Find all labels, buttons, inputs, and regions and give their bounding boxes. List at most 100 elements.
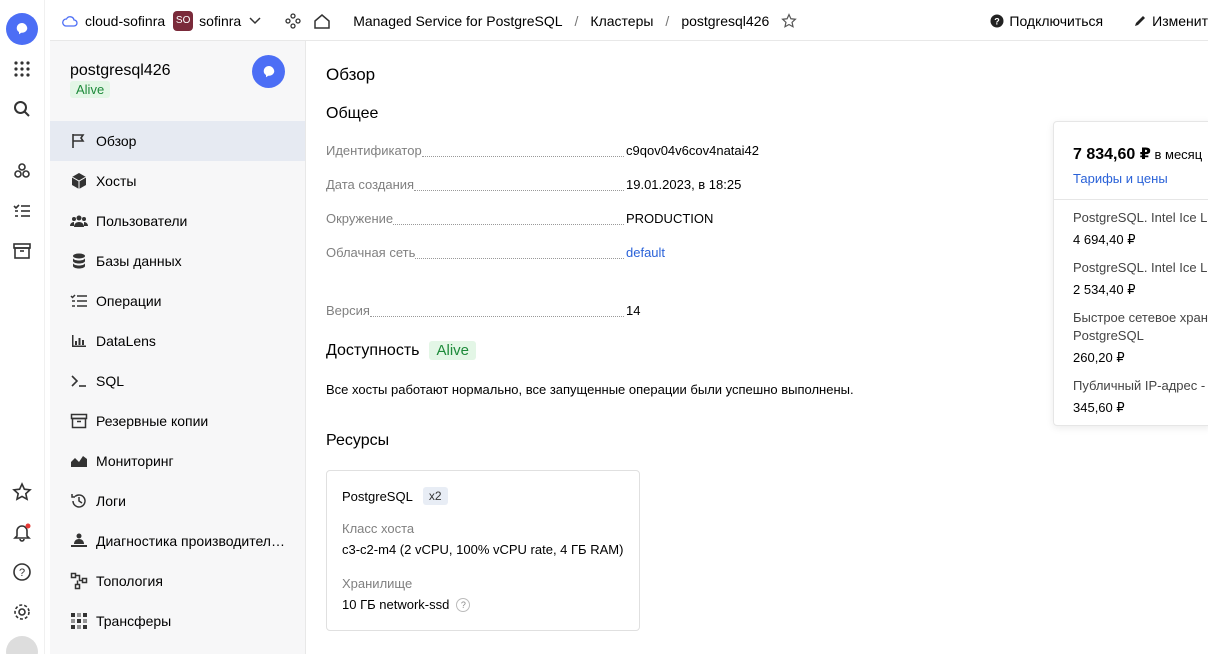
cluster-id-value: c9qov04v6cov4natai42 [626,143,759,158]
favorite-star-icon[interactable] [781,12,798,29]
field-label: Окружение [326,211,394,226]
sidebar-item-sql[interactable]: SQL [50,361,305,401]
sidebar-item-operations[interactable]: Операции [50,281,305,321]
price-item-label: Быстрое сетевое хран [1073,310,1208,325]
connect-button[interactable]: ? Подключиться [990,13,1103,29]
operations-list-icon[interactable] [8,197,36,225]
folder-tag: SO [173,10,194,31]
pencil-icon [1135,15,1146,26]
sidebar-item-monitoring[interactable]: Мониторинг [50,441,305,481]
cube-icon [71,173,87,189]
cloud-icon [62,15,78,27]
storage-value: 10 ГБ network-ssd [342,597,450,612]
cluster-status-badge: Alive [70,81,111,98]
sidebar-item-users[interactable]: Пользователи [50,201,305,241]
diagnostics-icon [71,533,87,547]
flag-icon [72,134,85,148]
price-period: в месяц [1154,147,1203,162]
price-item-amount: 4 694,40 ₽ [1073,232,1136,247]
help-icon[interactable]: ? [8,558,36,586]
edit-button[interactable]: Изменит [1133,13,1208,29]
sidebar-item-label: DataLens [96,333,156,349]
cluster-sidebar: postgresql426 Alive Обзор Хосты Пользова… [50,41,306,654]
search-icon[interactable] [8,95,36,123]
sidebar-item-hosts[interactable]: Хосты [50,161,305,201]
price-item-amount: 2 534,40 ₽ [1073,282,1136,297]
chart-icon [72,335,86,347]
field-network: Облачная сеть default [326,245,926,263]
cloud-selector[interactable]: cloud-sofinra [62,13,165,29]
sidebar-item-backups[interactable]: Резервные копии [50,401,305,441]
folder-name: sofinra [199,12,242,29]
field-environment: Окружение PRODUCTION [326,211,926,229]
host-class-value: c3-c2-m4 (2 vCPU, 100% vCPU rate, 4 ГБ R… [342,542,624,557]
field-label: Версия [326,303,370,318]
sidebar-item-databases[interactable]: Базы данных [50,241,305,281]
availability-status-badge: Alive [429,341,476,360]
svg-text:?: ? [19,567,25,579]
archive-icon [70,413,88,429]
sidebar-item-diagnostics[interactable]: Диагностика производитель... [50,521,305,561]
home-icon[interactable] [313,12,331,30]
sidebar-nav: Обзор Хосты Пользователи Базы данных Опе… [50,121,305,641]
sidebar-item-topology[interactable]: Топология [50,561,305,601]
general-section-title: Общее [326,105,379,122]
star-icon[interactable] [8,478,36,506]
breadcrumb-service[interactable]: Managed Service for PostgreSQL [353,13,562,29]
sidebar-item-label: Хосты [96,173,137,189]
bell-icon[interactable] [8,518,36,546]
connect-label: Подключиться [1009,12,1104,29]
price-total-amount: 7 834,60 ₽ [1073,146,1151,163]
sidebar-item-label: Обзор [96,133,137,149]
terminal-icon [71,375,86,387]
tariffs-link[interactable]: Тарифы и цены [1073,171,1168,186]
settings-gear-icon[interactable] [8,598,36,626]
sidebar-item-transfers[interactable]: Трансферы [50,601,305,641]
breadcrumb-separator: / [574,12,579,29]
environment-value: PRODUCTION [626,211,714,226]
price-item-amount: 260,20 ₽ [1073,350,1125,365]
price-item-label-2: PostgreSQL [1073,328,1144,343]
network-link[interactable]: default [626,245,665,263]
monitoring-icon [71,456,87,467]
field-label: Дата создания [326,177,415,192]
header-actions: ? Подключиться Изменит [960,0,1208,41]
folder-selector[interactable]: SO sofinra [165,10,261,31]
field-version: Версия 14 [326,303,926,321]
cloud-logo-icon[interactable] [6,13,38,45]
breadcrumb-clusters[interactable]: Кластеры [590,13,653,29]
storage-help-icon[interactable]: ? [456,597,471,612]
services-icon[interactable] [8,157,36,185]
service-graph-icon[interactable] [285,12,301,29]
resource-name: PostgreSQL [342,488,413,504]
host-class-label: Класс хоста [342,521,415,536]
apps-grid-icon[interactable] [8,55,36,83]
availability-section: Доступность Alive [326,341,476,360]
edit-label: Изменит [1152,12,1208,29]
users-icon [70,215,88,227]
storage-label: Хранилище [342,576,413,591]
field-created: Дата создания 19.01.2023, в 18:25 [326,177,926,195]
breadcrumb-separator: / [665,12,670,29]
sidebar-item-label: Топология [96,573,163,589]
checklist-icon [70,294,87,307]
page-title: Обзор [326,65,376,84]
cluster-name: postgresql426 [70,62,171,79]
archive-icon[interactable] [8,237,36,265]
user-avatar[interactable] [6,636,38,654]
storage-row: 10 ГБ network-ssd ? [342,597,471,612]
field-label: Облачная сеть [326,245,416,260]
price-item-label: PostgreSQL. Intel Ice La [1073,210,1208,225]
sidebar-item-datalens[interactable]: DataLens [50,321,305,361]
resource-card: PostgreSQL x2 Класс хоста c3-c2-m4 (2 vC… [326,470,640,631]
sidebar-item-overview[interactable]: Обзор [50,121,305,161]
sidebar-item-label: Операции [96,293,162,309]
field-id: Идентификатор c9qov04v6cov4natai42 [326,143,926,161]
sidebar-item-label: Трансферы [96,613,172,629]
sidebar-item-label: Логи [96,493,126,509]
top-header: cloud-sofinra SO sofinra Managed Service… [50,0,1208,41]
price-item-label: PostgreSQL. Intel Ice La [1073,260,1208,275]
breadcrumb-current: postgresql426 [681,12,770,29]
resource-card-title: PostgreSQL x2 [342,487,448,505]
sidebar-item-logs[interactable]: Логи [50,481,305,521]
